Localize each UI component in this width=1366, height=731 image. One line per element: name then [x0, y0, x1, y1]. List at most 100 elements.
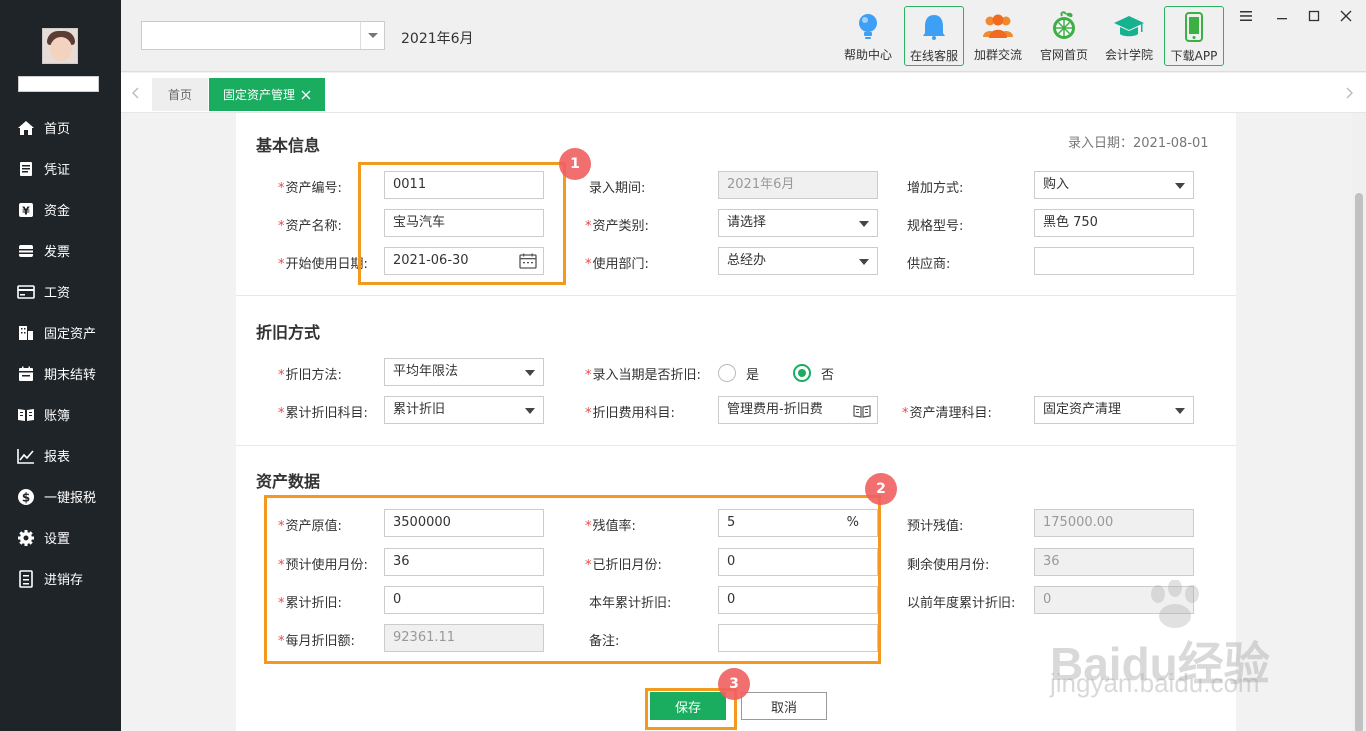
sidebar-item-home[interactable]: 首页: [0, 107, 121, 148]
online-service-button[interactable]: 在线客服: [904, 6, 964, 66]
avatar[interactable]: [42, 28, 78, 64]
sidebar-item-label: 发票: [44, 245, 71, 260]
maximize-icon[interactable]: [1302, 4, 1326, 28]
tabs-bar: 首页 固定资产管理: [121, 73, 1366, 113]
dept-label: *使用部门:: [585, 257, 649, 272]
dropdown-arrow-icon: [525, 370, 535, 376]
accounting-academy-button[interactable]: 会计学院: [1099, 6, 1159, 66]
online-service-label: 在线客服: [909, 49, 958, 63]
sidebar-item-voucher[interactable]: 凭证: [0, 148, 121, 189]
est-residual-input: 175000.00: [1034, 509, 1194, 537]
remain-months-label: 剩余使用月份:: [907, 558, 990, 573]
username-box: [18, 76, 99, 92]
scrollbar-thumb[interactable]: [1355, 193, 1363, 731]
sidebar-nav: 首页 凭证 ¥ 资金 发票 工资 固定资产 期末结转 账簿 报表 $ 一键报税 …: [0, 107, 121, 599]
download-app-button[interactable]: 下载APP: [1164, 6, 1224, 66]
chevron-down-icon[interactable]: [360, 22, 384, 49]
expense-subject-input[interactable]: 管理费用-折旧费: [718, 396, 878, 424]
supplier-input[interactable]: [1034, 247, 1194, 275]
subject-picker-icon[interactable]: [853, 402, 871, 423]
accum-subject-value: 累计折旧: [393, 402, 446, 417]
accum-subject-select[interactable]: 累计折旧: [384, 396, 544, 424]
asset-no-label: *资产编号:: [278, 181, 342, 196]
radio-no[interactable]: [793, 364, 811, 382]
radio-no-label: 否: [821, 368, 835, 383]
yen-icon: ¥: [17, 201, 35, 219]
entry-date: 录入日期：2021-08-01: [1068, 136, 1209, 151]
join-group-button[interactable]: 加群交流: [968, 6, 1028, 66]
sidebar-item-label: 一键报税: [44, 491, 97, 506]
add-method-value: 购入: [1043, 177, 1070, 192]
sidebar-item-label: 凭证: [44, 163, 71, 178]
chevron-left-icon[interactable]: [131, 87, 139, 103]
dept-value: 总经办: [727, 253, 767, 268]
close-icon[interactable]: [1334, 4, 1358, 28]
group-icon: [968, 10, 1028, 42]
category-select[interactable]: 请选择: [718, 209, 878, 237]
cancel-button[interactable]: 取消: [741, 692, 827, 720]
vertical-scrollbar[interactable]: [1352, 113, 1366, 731]
depr-current-label: *录入当期是否折旧:: [585, 368, 701, 383]
step-badge-3: 3: [718, 668, 750, 700]
orange-slice-icon: [1034, 10, 1094, 42]
chevron-right-icon[interactable]: [1346, 87, 1354, 103]
official-site-button[interactable]: 官网首页: [1034, 6, 1094, 66]
sidebar: 首页 凭证 ¥ 资金 发票 工资 固定资产 期末结转 账簿 报表 $ 一键报税 …: [0, 0, 121, 731]
sidebar-item-funds[interactable]: ¥ 资金: [0, 189, 121, 230]
start-date-label: *开始使用日期:: [278, 257, 368, 272]
section-title-depreciation: 折旧方式: [256, 323, 321, 342]
highlight-box-2: [264, 495, 881, 664]
tab-label: 固定资产管理: [222, 88, 295, 102]
help-center-button[interactable]: 帮助中心: [838, 6, 898, 66]
graduation-cap-icon: [1099, 10, 1159, 42]
sidebar-item-salary[interactable]: 工资: [0, 271, 121, 312]
accounting-academy-label: 会计学院: [1104, 48, 1153, 62]
menu-icon[interactable]: [1234, 4, 1258, 28]
phone-icon: [1165, 11, 1223, 43]
sidebar-item-label: 账簿: [44, 409, 71, 424]
section-title-basic: 基本信息: [256, 136, 321, 155]
lightbulb-icon: [838, 10, 898, 42]
close-tab-icon[interactable]: [301, 90, 311, 100]
depr-method-select[interactable]: 平均年限法: [384, 358, 544, 386]
sidebar-item-invoice[interactable]: 发票: [0, 230, 121, 271]
book-icon: [17, 406, 35, 424]
sidebar-item-settings[interactable]: 设置: [0, 517, 121, 558]
expense-subject-value: 管理费用-折旧费: [727, 402, 823, 417]
clear-subject-value: 固定资产清理: [1043, 402, 1122, 417]
minimize-icon[interactable]: [1270, 4, 1294, 28]
sidebar-item-fixed-assets[interactable]: 固定资产: [0, 312, 121, 353]
help-center-label: 帮助中心: [843, 48, 892, 62]
step-badge-2: 2: [865, 473, 897, 505]
radio-yes[interactable]: [718, 364, 736, 382]
dropdown-arrow-icon: [859, 221, 869, 227]
divider: [236, 295, 1236, 296]
accum-subject-label: *累计折旧科目:: [278, 406, 368, 421]
tab-home[interactable]: 首页: [152, 78, 208, 111]
sidebar-item-label: 工资: [44, 286, 71, 301]
dropdown-arrow-icon: [1175, 183, 1185, 189]
calendar-icon: [17, 365, 35, 383]
sidebar-item-label: 设置: [44, 532, 71, 547]
dept-select[interactable]: 总经办: [718, 247, 878, 275]
sidebar-item-label: 固定资产: [44, 327, 97, 342]
sidebar-item-ledger[interactable]: 账簿: [0, 394, 121, 435]
sidebar-item-reports[interactable]: 报表: [0, 435, 121, 476]
prev-accum-input: 0: [1034, 586, 1194, 614]
sidebar-item-period-close[interactable]: 期末结转: [0, 353, 121, 394]
dollar-icon: $: [17, 488, 35, 506]
tab-fixed-asset-management[interactable]: 固定资产管理: [209, 78, 325, 111]
spec-input[interactable]: 黑色 750: [1034, 209, 1194, 237]
step-badge-1: 1: [559, 148, 591, 180]
supplier-label: 供应商:: [907, 257, 951, 272]
sidebar-item-label: 资金: [44, 204, 71, 219]
clear-subject-select[interactable]: 固定资产清理: [1034, 396, 1194, 424]
company-select[interactable]: [141, 21, 385, 50]
add-method-select[interactable]: 购入: [1034, 171, 1194, 199]
download-app-label: 下载APP: [1170, 49, 1218, 63]
card-icon: [17, 283, 35, 301]
asset-name-label: *资产名称:: [278, 219, 342, 234]
sidebar-item-inventory[interactable]: 进销存: [0, 558, 121, 599]
sidebar-item-tax[interactable]: $ 一键报税: [0, 476, 121, 517]
dropdown-arrow-icon: [1175, 408, 1185, 414]
